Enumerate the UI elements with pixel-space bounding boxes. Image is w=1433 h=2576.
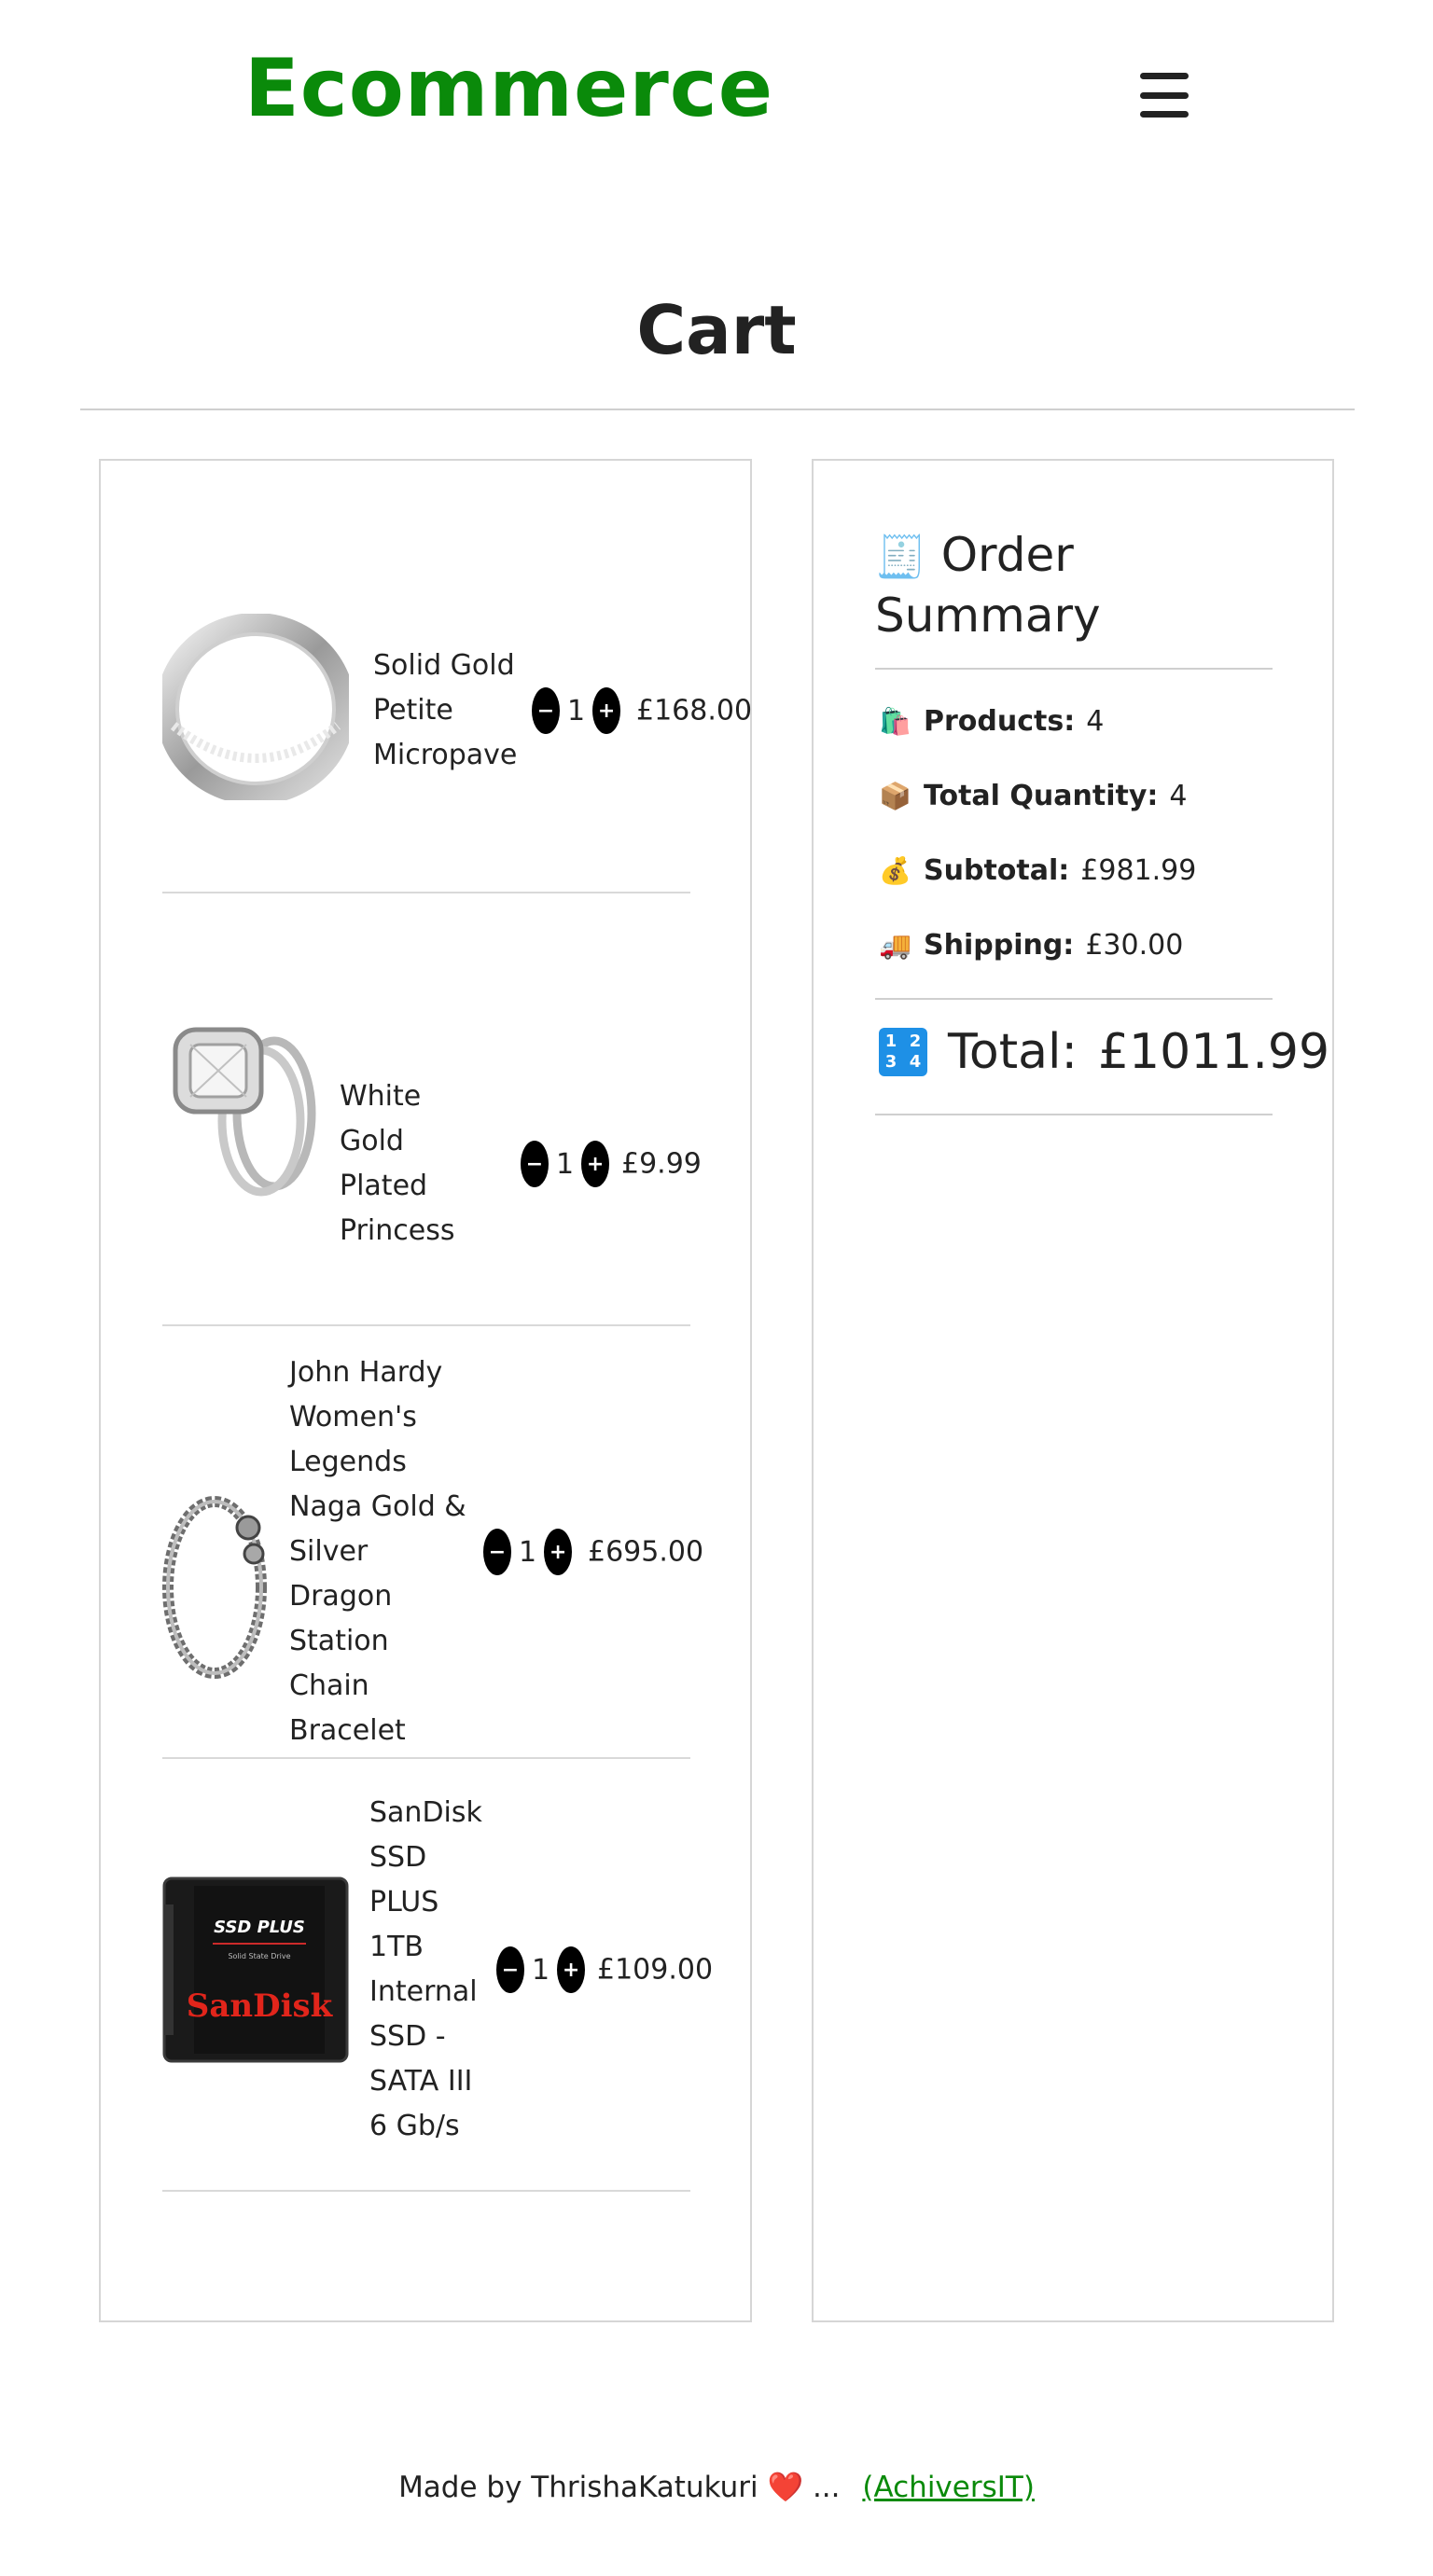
- quantity-value: 1: [519, 1535, 537, 1569]
- summary-label: Subtotal:: [924, 854, 1070, 887]
- summary-label: Products:: [924, 705, 1076, 738]
- summary-products-row: 🛍️ Products: 4: [879, 705, 1104, 738]
- decrease-quantity-button[interactable]: −: [483, 1529, 511, 1575]
- shopping-bags-icon: 🛍️: [879, 706, 911, 737]
- numbers-icon-digit: 3: [884, 1052, 897, 1072]
- numbers-icon: 1 2 3 4: [879, 1028, 927, 1076]
- footer-credit: Made by ThrishaKatukuri: [398, 2471, 758, 2504]
- summary-label: Total Quantity:: [924, 780, 1159, 812]
- hamburger-bar: [1140, 111, 1189, 118]
- cart-item: John Hardy Women's Legends Naga Gold & S…: [162, 1326, 703, 1759]
- order-summary-panel: 🧾 Order Summary 🛍️ Products: 4 📦 Total Q…: [812, 459, 1334, 2322]
- hamburger-bar: [1140, 73, 1189, 79]
- increase-quantity-button[interactable]: +: [592, 687, 621, 734]
- svg-text:SSD PLUS: SSD PLUS: [214, 1918, 305, 1937]
- quantity-stepper: − 1 +: [496, 1946, 586, 1993]
- summary-value: 4: [1086, 705, 1105, 738]
- cart-items-panel: Solid Gold Petite Micropave − 1 + £168.0…: [99, 459, 752, 2322]
- summary-divider: [875, 998, 1273, 1000]
- heart-icon: ❤️: [767, 2471, 804, 2504]
- decrease-quantity-button[interactable]: −: [532, 687, 560, 734]
- summary-value: £981.99: [1080, 854, 1197, 887]
- numbers-icon-digit: 1: [884, 1032, 897, 1051]
- cart-item-name[interactable]: John Hardy Women's Legends Naga Gold & S…: [289, 1350, 466, 1753]
- summary-label: Shipping:: [924, 929, 1075, 962]
- svg-text:SanDisk: SanDisk: [187, 1987, 334, 2025]
- product-image-diamond-ring: [162, 1011, 323, 1198]
- cart-item: Solid Gold Petite Micropave − 1 + £168.0…: [162, 461, 752, 893]
- footer: Made by ThrishaKatukuri ❤️ ... (Achivers…: [0, 2470, 1433, 2504]
- summary-shipping-row: 🚚 Shipping: £30.00: [879, 929, 1183, 962]
- package-icon: 📦: [879, 781, 911, 811]
- increase-quantity-button[interactable]: +: [581, 1141, 610, 1187]
- product-image-ssd: SSD PLUS Solid State Drive SanDisk: [162, 1877, 349, 2063]
- cart-item-price: £109.00: [597, 1953, 714, 1987]
- product-image-silver-ring: [162, 614, 349, 800]
- summary-divider: [875, 1114, 1273, 1115]
- cart-item-price: £9.99: [621, 1147, 702, 1181]
- hamburger-menu-icon[interactable]: [1140, 73, 1189, 118]
- order-total: 1 2 3 4 Total: £1011.99: [879, 1024, 1329, 1080]
- money-bag-icon: 💰: [879, 855, 911, 886]
- quantity-value: 1: [556, 1147, 575, 1181]
- delivery-truck-icon: 🚚: [879, 930, 911, 961]
- cart-item-name[interactable]: Solid Gold Petite Micropave: [373, 644, 522, 778]
- summary-value: 4: [1169, 780, 1188, 812]
- summary-quantity-row: 📦 Total Quantity: 4: [879, 780, 1187, 812]
- cart-item: White Gold Plated Princess − 1 + £9.99: [162, 893, 702, 1326]
- numbers-icon-digit: 4: [909, 1052, 922, 1072]
- decrease-quantity-button[interactable]: −: [496, 1946, 524, 1993]
- cart-item-name[interactable]: White Gold Plated Princess: [340, 1074, 489, 1253]
- total-label: Total:: [948, 1024, 1078, 1080]
- cart-item: SSD PLUS Solid State Drive SanDisk SanDi…: [162, 1759, 713, 2192]
- product-image-bracelet: [162, 1485, 274, 1681]
- cart-item-name[interactable]: SanDisk SSD PLUS 1TB Internal SSD - SATA…: [369, 1791, 491, 2149]
- cart-item-price: £168.00: [636, 694, 753, 727]
- quantity-value: 1: [532, 1953, 550, 1987]
- summary-subtotal-row: 💰 Subtotal: £981.99: [879, 854, 1196, 887]
- total-value: £1011.99: [1097, 1024, 1330, 1080]
- quantity-value: 1: [567, 694, 586, 727]
- summary-value: £30.00: [1085, 929, 1184, 962]
- decrease-quantity-button[interactable]: −: [521, 1141, 549, 1187]
- increase-quantity-button[interactable]: +: [557, 1946, 586, 1993]
- page-title: Cart: [636, 291, 797, 369]
- cart-item-price: £695.00: [588, 1535, 704, 1569]
- increase-quantity-button[interactable]: +: [544, 1529, 573, 1575]
- quantity-stepper: − 1 +: [483, 1529, 573, 1575]
- receipt-icon: 🧾: [875, 533, 926, 581]
- title-divider: [80, 409, 1355, 410]
- svg-text:Solid State Drive: Solid State Drive: [228, 1952, 290, 1960]
- brand-logo[interactable]: Ecommerce: [244, 48, 773, 129]
- achiversit-link[interactable]: (AchiversIT): [862, 2471, 1035, 2504]
- quantity-stepper: − 1 +: [532, 687, 621, 734]
- footer-ellipsis: ...: [812, 2471, 841, 2504]
- numbers-icon-digit: 2: [909, 1032, 922, 1051]
- order-summary-title: 🧾 Order Summary: [875, 526, 1286, 644]
- hamburger-bar: [1140, 91, 1189, 99]
- summary-divider: [875, 668, 1273, 670]
- quantity-stepper: − 1 +: [521, 1141, 610, 1187]
